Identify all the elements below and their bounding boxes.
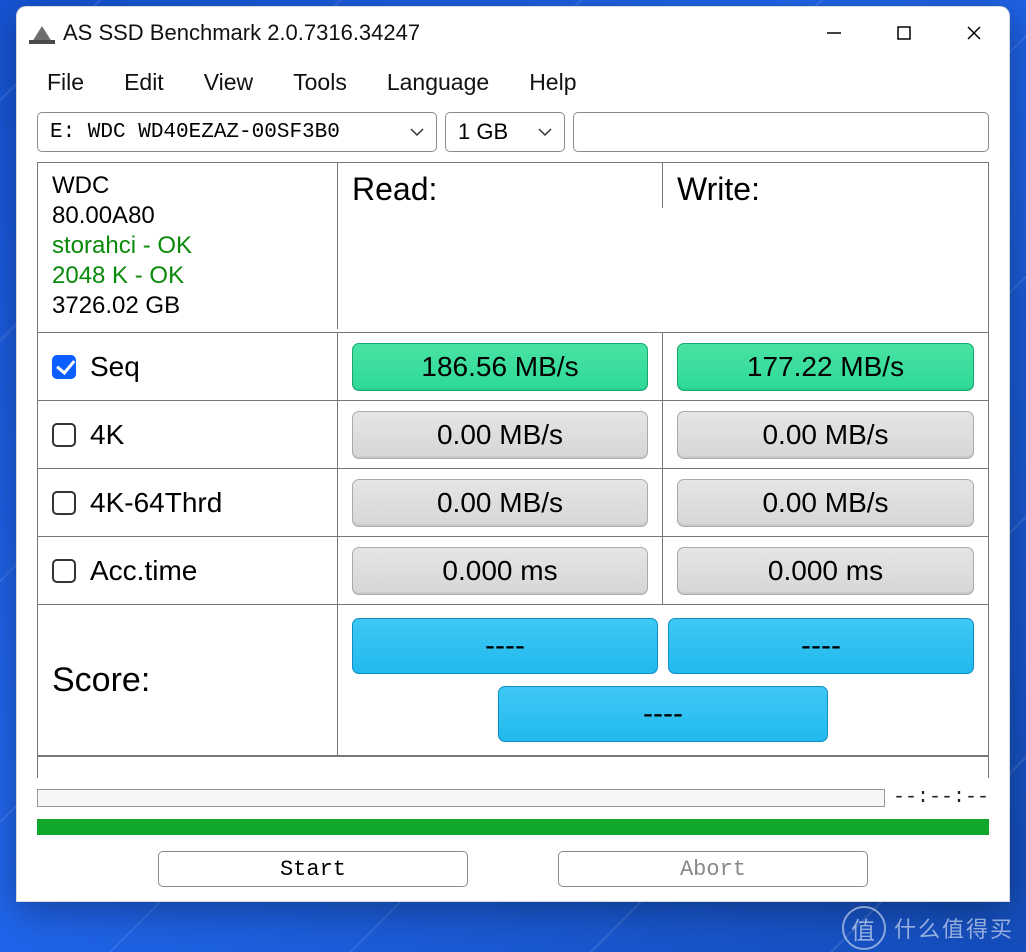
menu-edit[interactable]: Edit xyxy=(124,69,164,96)
grid-footer-strip xyxy=(37,756,989,778)
app-icon xyxy=(29,22,55,44)
chevron-down-icon xyxy=(408,123,426,141)
size-select-value: 1 GB xyxy=(458,119,528,145)
window-title: AS SSD Benchmark 2.0.7316.34247 xyxy=(63,20,420,46)
drive-name: WDC xyxy=(52,171,109,201)
window-controls xyxy=(799,7,1009,59)
completion-bar xyxy=(37,819,989,835)
column-write: Write: xyxy=(663,163,988,208)
value-4k-read: 0.00 MB/s xyxy=(352,411,648,459)
value-seq-read: 186.56 MB/s xyxy=(352,343,648,391)
drive-firmware: 80.00A80 xyxy=(52,201,155,231)
row-4k-label-cell: 4K xyxy=(38,401,338,468)
row-score: Score: ---- ---- ---- xyxy=(38,605,988,755)
row-4k-write-cell: 0.00 MB/s xyxy=(663,401,988,468)
menu-file[interactable]: File xyxy=(47,69,84,96)
row-seq-read-cell: 186.56 MB/s xyxy=(338,333,663,400)
row-4k64-label-cell: 4K-64Thrd xyxy=(38,469,338,536)
row-4k: 4K 0.00 MB/s 0.00 MB/s xyxy=(38,401,988,469)
label-4k64: 4K-64Thrd xyxy=(90,487,222,519)
drive-info: WDC 80.00A80 storahci - OK 2048 K - OK 3… xyxy=(38,163,338,329)
row-seq-label-cell: Seq xyxy=(38,333,338,400)
progress-bar xyxy=(37,789,885,807)
value-4k64-read: 0.00 MB/s xyxy=(352,479,648,527)
chevron-down-icon xyxy=(536,123,554,141)
checkbox-4k64[interactable] xyxy=(52,491,76,515)
score-area: ---- ---- ---- xyxy=(338,605,988,755)
score-read: ---- xyxy=(352,618,658,674)
row-acc: Acc.time 0.000 ms 0.000 ms xyxy=(38,537,988,605)
row-acc-label-cell: Acc.time xyxy=(38,537,338,604)
abort-button[interactable]: Abort xyxy=(558,851,868,887)
watermark-text: 什么值得买 xyxy=(894,912,1014,944)
minimize-button[interactable] xyxy=(799,7,869,59)
score-write: ---- xyxy=(668,618,974,674)
toolbar: E: WDC WD40EZAZ-00SF3B0 1 GB xyxy=(17,112,1009,162)
score-total: ---- xyxy=(498,686,828,742)
close-button[interactable] xyxy=(939,7,1009,59)
results-grid: WDC 80.00A80 storahci - OK 2048 K - OK 3… xyxy=(37,162,989,756)
value-acc-read: 0.000 ms xyxy=(352,547,648,595)
menu-language[interactable]: Language xyxy=(387,69,489,96)
menu-tools[interactable]: Tools xyxy=(293,69,347,96)
score-label: Score: xyxy=(38,605,338,755)
app-window: AS SSD Benchmark 2.0.7316.34247 File Edi… xyxy=(16,6,1010,902)
row-4k64: 4K-64Thrd 0.00 MB/s 0.00 MB/s xyxy=(38,469,988,537)
row-seq: Seq 186.56 MB/s 177.22 MB/s xyxy=(38,333,988,401)
value-4k-write: 0.00 MB/s xyxy=(677,411,974,459)
toolbar-spacer-box xyxy=(573,112,989,152)
label-acc: Acc.time xyxy=(90,555,197,587)
watermark-badge: 值 xyxy=(842,906,886,950)
watermark: 值 什么值得买 xyxy=(842,906,1014,950)
drive-select[interactable]: E: WDC WD40EZAZ-00SF3B0 xyxy=(37,112,437,152)
row-seq-write-cell: 177.22 MB/s xyxy=(663,333,988,400)
size-select[interactable]: 1 GB xyxy=(445,112,565,152)
drive-select-value: E: WDC WD40EZAZ-00SF3B0 xyxy=(50,121,400,144)
start-button[interactable]: Start xyxy=(158,851,468,887)
value-seq-write: 177.22 MB/s xyxy=(677,343,974,391)
checkbox-4k[interactable] xyxy=(52,423,76,447)
alignment-status: 2048 K - OK xyxy=(52,261,184,291)
checkbox-seq[interactable] xyxy=(52,355,76,379)
row-acc-write-cell: 0.000 ms xyxy=(663,537,988,604)
progress-row: --:--:-- xyxy=(37,786,989,809)
label-4k: 4K xyxy=(90,419,124,451)
row-4k64-write-cell: 0.00 MB/s xyxy=(663,469,988,536)
value-acc-write: 0.000 ms xyxy=(677,547,974,595)
maximize-button[interactable] xyxy=(869,7,939,59)
label-seq: Seq xyxy=(90,351,140,383)
drive-capacity: 3726.02 GB xyxy=(52,291,180,321)
row-4k-read-cell: 0.00 MB/s xyxy=(338,401,663,468)
button-row: Start Abort xyxy=(17,835,1009,901)
menu-help[interactable]: Help xyxy=(529,69,576,96)
titlebar: AS SSD Benchmark 2.0.7316.34247 xyxy=(17,7,1009,59)
elapsed-time: --:--:-- xyxy=(893,786,989,809)
column-read: Read: xyxy=(338,163,663,208)
row-acc-read-cell: 0.000 ms xyxy=(338,537,663,604)
checkbox-acc[interactable] xyxy=(52,559,76,583)
row-4k64-read-cell: 0.00 MB/s xyxy=(338,469,663,536)
menubar: File Edit View Tools Language Help xyxy=(17,59,1009,112)
menu-view[interactable]: View xyxy=(204,69,253,96)
header-row: WDC 80.00A80 storahci - OK 2048 K - OK 3… xyxy=(38,163,988,333)
driver-status: storahci - OK xyxy=(52,231,192,261)
value-4k64-write: 0.00 MB/s xyxy=(677,479,974,527)
